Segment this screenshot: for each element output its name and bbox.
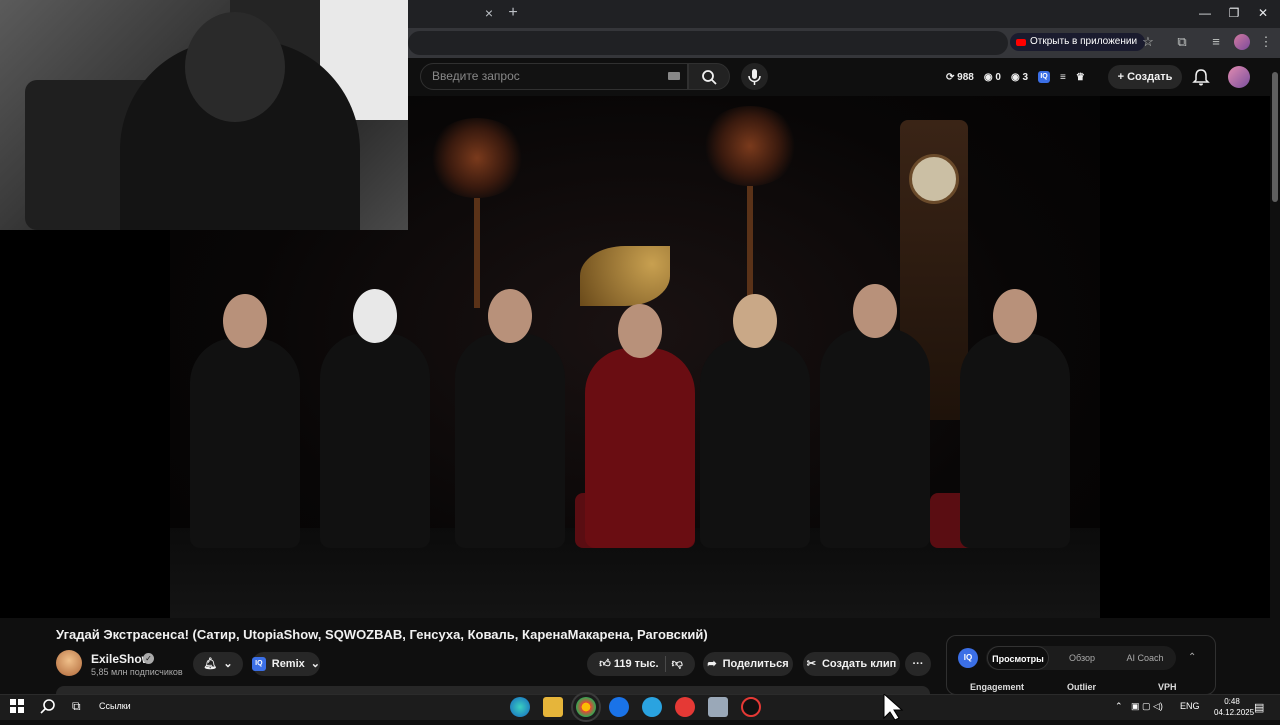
- search-input[interactable]: Введите запрос: [420, 63, 688, 90]
- mic-icon: [748, 69, 761, 85]
- webcam-overlay: [0, 0, 408, 230]
- extensions-icon[interactable]: ⧉: [1174, 34, 1190, 50]
- iq-col-outlier: Outlier: [1067, 682, 1097, 692]
- iq-logo-icon: IQ: [958, 648, 978, 668]
- open-in-app-label: Открыть в приложении: [1030, 36, 1138, 47]
- like-divider: [664, 656, 666, 672]
- verified-check-icon: ✓: [143, 653, 154, 664]
- tab-ai-coach[interactable]: AI Coach: [1114, 646, 1176, 670]
- trophy-icon[interactable]: ♛: [1076, 72, 1085, 83]
- iq-remix-icon: IQ: [252, 657, 266, 671]
- like-button[interactable]: 👍︎ 119 тыс.: [599, 652, 658, 676]
- telegram-icon[interactable]: [642, 697, 662, 717]
- scissors-icon: ✂: [806, 658, 816, 670]
- subscribe-bell-button[interactable]: 🔔︎ ⌄: [193, 652, 243, 676]
- task-view-icon[interactable]: ⧉: [72, 699, 81, 714]
- tray-icons[interactable]: ▣ ▢ ◁): [1131, 701, 1163, 712]
- create-clip-button[interactable]: ✂ Создать клип: [803, 652, 900, 676]
- tab-close-icon[interactable]: ×: [482, 6, 496, 20]
- edge-icon[interactable]: [510, 697, 530, 717]
- remix-button[interactable]: IQ Remix ⌄: [252, 652, 320, 676]
- stat-views-b: ◉ 3: [1010, 71, 1029, 83]
- browser-menu-icon[interactable]: ⋮: [1258, 34, 1274, 50]
- dislike-button[interactable]: 👎︎: [672, 652, 683, 676]
- search-button[interactable]: [688, 63, 730, 90]
- account-avatar[interactable]: [1228, 66, 1250, 88]
- tab-overview[interactable]: Обзор: [1054, 646, 1110, 670]
- subscriber-count: 5,85 млн подписчиков: [91, 667, 183, 677]
- open-in-app-button[interactable]: Открыть в приложении: [1010, 33, 1146, 51]
- stat-views-a: ◉ 0: [983, 71, 1001, 83]
- notifications-icon[interactable]: ▤: [1254, 701, 1264, 714]
- queue-icon[interactable]: ≡: [1060, 72, 1066, 83]
- iq-col-engagement: Engagement: [970, 682, 1025, 692]
- omnibox[interactable]: [408, 31, 1008, 55]
- share-icon: ➦: [707, 658, 717, 670]
- iq-col-vph: VPH: [1158, 682, 1177, 692]
- notifications-bell-icon[interactable]: [1192, 68, 1210, 86]
- share-button[interactable]: ➦ Поделиться: [703, 652, 793, 676]
- channel-avatar[interactable]: [56, 650, 82, 676]
- like-dislike-group: 👍︎ 119 тыс. 👎︎: [587, 652, 695, 676]
- language-indicator[interactable]: ENG: [1180, 701, 1200, 711]
- keyboard-icon[interactable]: [668, 72, 680, 80]
- extension-stats: ⟳ 988 ◉ 0 ◉ 3 IQ ≡ ♛: [946, 70, 1085, 84]
- chrome-icon[interactable]: [571, 692, 601, 722]
- checkmark-app-icon[interactable]: [609, 697, 629, 717]
- video-title: Угадай Экстрасенса! (Сатир, UtopiaShow, …: [56, 627, 708, 642]
- share-label: Поделиться: [722, 658, 789, 670]
- new-tab-button[interactable]: +: [505, 5, 521, 21]
- create-button[interactable]: + Создать: [1108, 65, 1182, 89]
- computer-app-icon[interactable]: [708, 697, 728, 717]
- clock-date: 04.12.2025: [1214, 708, 1255, 717]
- chevron-down-icon: ⌄: [310, 658, 320, 670]
- collapse-chevron-icon[interactable]: ⌃: [1188, 652, 1196, 663]
- mouse-cursor: [882, 692, 908, 721]
- close-window-button[interactable]: ✕: [1253, 4, 1273, 22]
- minimize-button[interactable]: —: [1195, 4, 1215, 22]
- bell-icon: 🔔︎: [203, 658, 218, 670]
- obs-icon[interactable]: [741, 697, 761, 717]
- search-icon: [702, 70, 717, 85]
- clock-time: 0:48: [1224, 697, 1240, 706]
- file-explorer-icon[interactable]: [543, 697, 563, 717]
- system-clock[interactable]: 0:48 04.12.2025: [1214, 696, 1255, 718]
- scrollbar-thumb[interactable]: [1272, 72, 1278, 202]
- clip-label: Создать клип: [821, 658, 897, 670]
- restore-button[interactable]: ❐: [1224, 4, 1244, 22]
- windows-taskbar: [0, 694, 1280, 720]
- browser-profile-avatar[interactable]: [1234, 34, 1250, 50]
- tab-views[interactable]: Просмотры: [987, 646, 1049, 670]
- iq-icon[interactable]: IQ: [1038, 71, 1051, 83]
- chevron-down-icon: ⌄: [223, 658, 233, 670]
- voice-search-button[interactable]: [741, 63, 768, 90]
- taskbar-search-icon[interactable]: [40, 698, 56, 714]
- bookmark-star-icon[interactable]: ☆: [1140, 34, 1156, 50]
- more-actions-button[interactable]: ···: [905, 652, 931, 676]
- youtube-icon: [1016, 38, 1026, 46]
- yandex-browser-icon[interactable]: [675, 697, 695, 717]
- tray-chevron-icon[interactable]: ⌃: [1115, 701, 1123, 712]
- media-icon[interactable]: ≡: [1208, 34, 1224, 50]
- channel-name[interactable]: ExileShow: [91, 652, 151, 666]
- remix-label: Remix: [271, 658, 305, 670]
- stat-likes: ⟳ 988: [946, 71, 974, 83]
- taskbar-links-label[interactable]: Ссылки: [99, 701, 131, 711]
- windows-start-icon[interactable]: [10, 699, 24, 713]
